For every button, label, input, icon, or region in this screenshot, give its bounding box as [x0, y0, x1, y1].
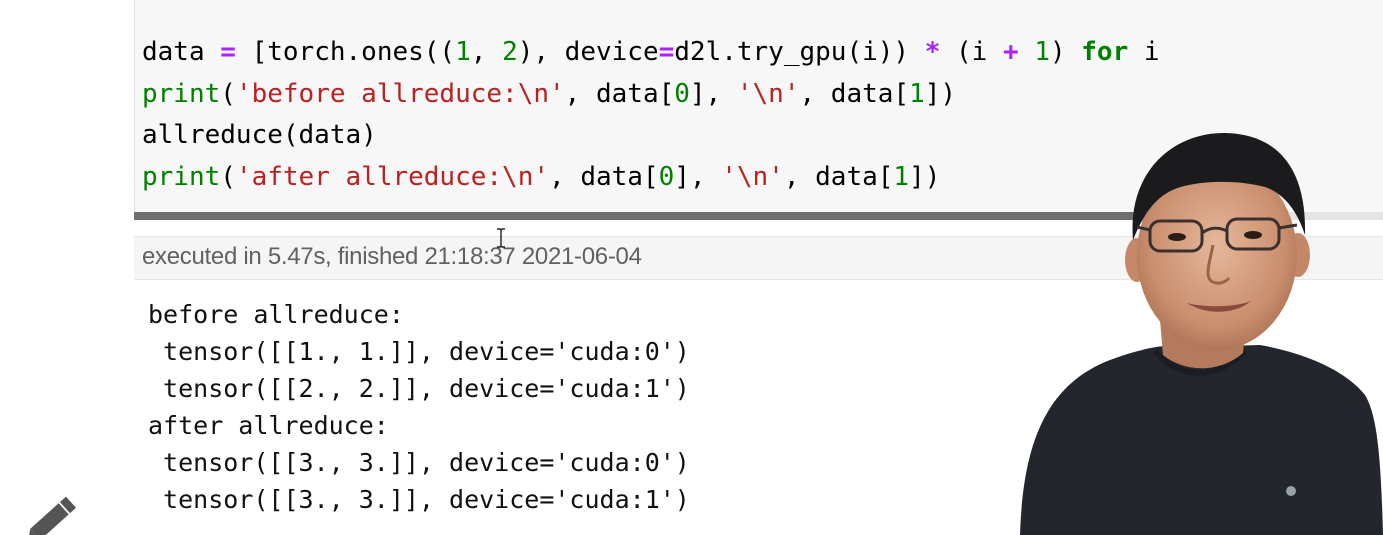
code-token: '\n' [736, 78, 800, 109]
code-token: 0 [674, 78, 690, 109]
code-token: (i [940, 37, 1003, 67]
code-token: , data[ [783, 161, 894, 192]
code-token: ( [220, 161, 236, 192]
pencil-icon[interactable] [20, 490, 84, 535]
code-token: 'after allreduce:\n' [235, 161, 550, 192]
code-token: + [1003, 37, 1019, 67]
text-cursor-icon [497, 228, 505, 248]
code-token: data [142, 37, 221, 67]
code-line[interactable]: data = [torch.ones((1, 2), device=d2l.tr… [142, 32, 1175, 74]
code-token: ]) [924, 78, 957, 109]
output-line: after allreduce: [148, 411, 389, 440]
code-token: ( [220, 78, 236, 109]
output-line: tensor([[2., 2.]], device='cuda:1') [148, 374, 690, 403]
code-token: for [1081, 37, 1129, 67]
code-token: ) [1049, 37, 1082, 67]
code-token: ], [674, 161, 722, 192]
output-line: tensor([[3., 3.]], device='cuda:0') [148, 448, 690, 477]
code-token: 'before allreduce:\n' [235, 78, 565, 109]
code-token: , data[ [564, 78, 675, 109]
code-token: i [1128, 37, 1176, 67]
output-line: tensor([[3., 3.]], device='cuda:1') [148, 485, 690, 514]
code-token: = [658, 37, 675, 67]
code-token: , data[ [549, 161, 659, 192]
code-token: 0 [658, 161, 675, 192]
code-token: , [470, 37, 503, 67]
scrollbar-thumb[interactable] [134, 212, 1134, 220]
code-token: allreduce(data) [142, 120, 377, 150]
cell-output: before allreduce: tensor([[1., 1.]], dev… [148, 296, 690, 518]
code-token: d2l.try_gpu(i)) [674, 37, 925, 67]
code-token: 2 [502, 37, 518, 67]
code-token: 1 [1034, 37, 1050, 67]
code-token: '\n' [721, 161, 784, 192]
code-line[interactable]: print('before allreduce:\n', data[0], '\… [142, 74, 1175, 116]
output-line: tensor([[1., 1.]], device='cuda:0') [148, 337, 690, 366]
code-token: ]) [909, 161, 941, 192]
code-token: ], [689, 78, 737, 109]
code-token: ), device [517, 37, 659, 67]
code-token: print [142, 161, 221, 192]
execution-status: executed in 5.47s, finished 21:18:37 202… [142, 243, 642, 270]
code-token: , data[ [799, 78, 910, 109]
code-token: * [924, 37, 941, 67]
presenter-video [1020, 133, 1383, 535]
code-token: print [142, 78, 221, 109]
output-line: before allreduce: [148, 300, 404, 329]
code-token: 1 [455, 37, 471, 67]
code-token: 1 [909, 78, 925, 109]
code-token: [torch.ones(( [235, 37, 456, 67]
code-token: 1 [893, 161, 910, 192]
code-token: = [220, 37, 236, 67]
